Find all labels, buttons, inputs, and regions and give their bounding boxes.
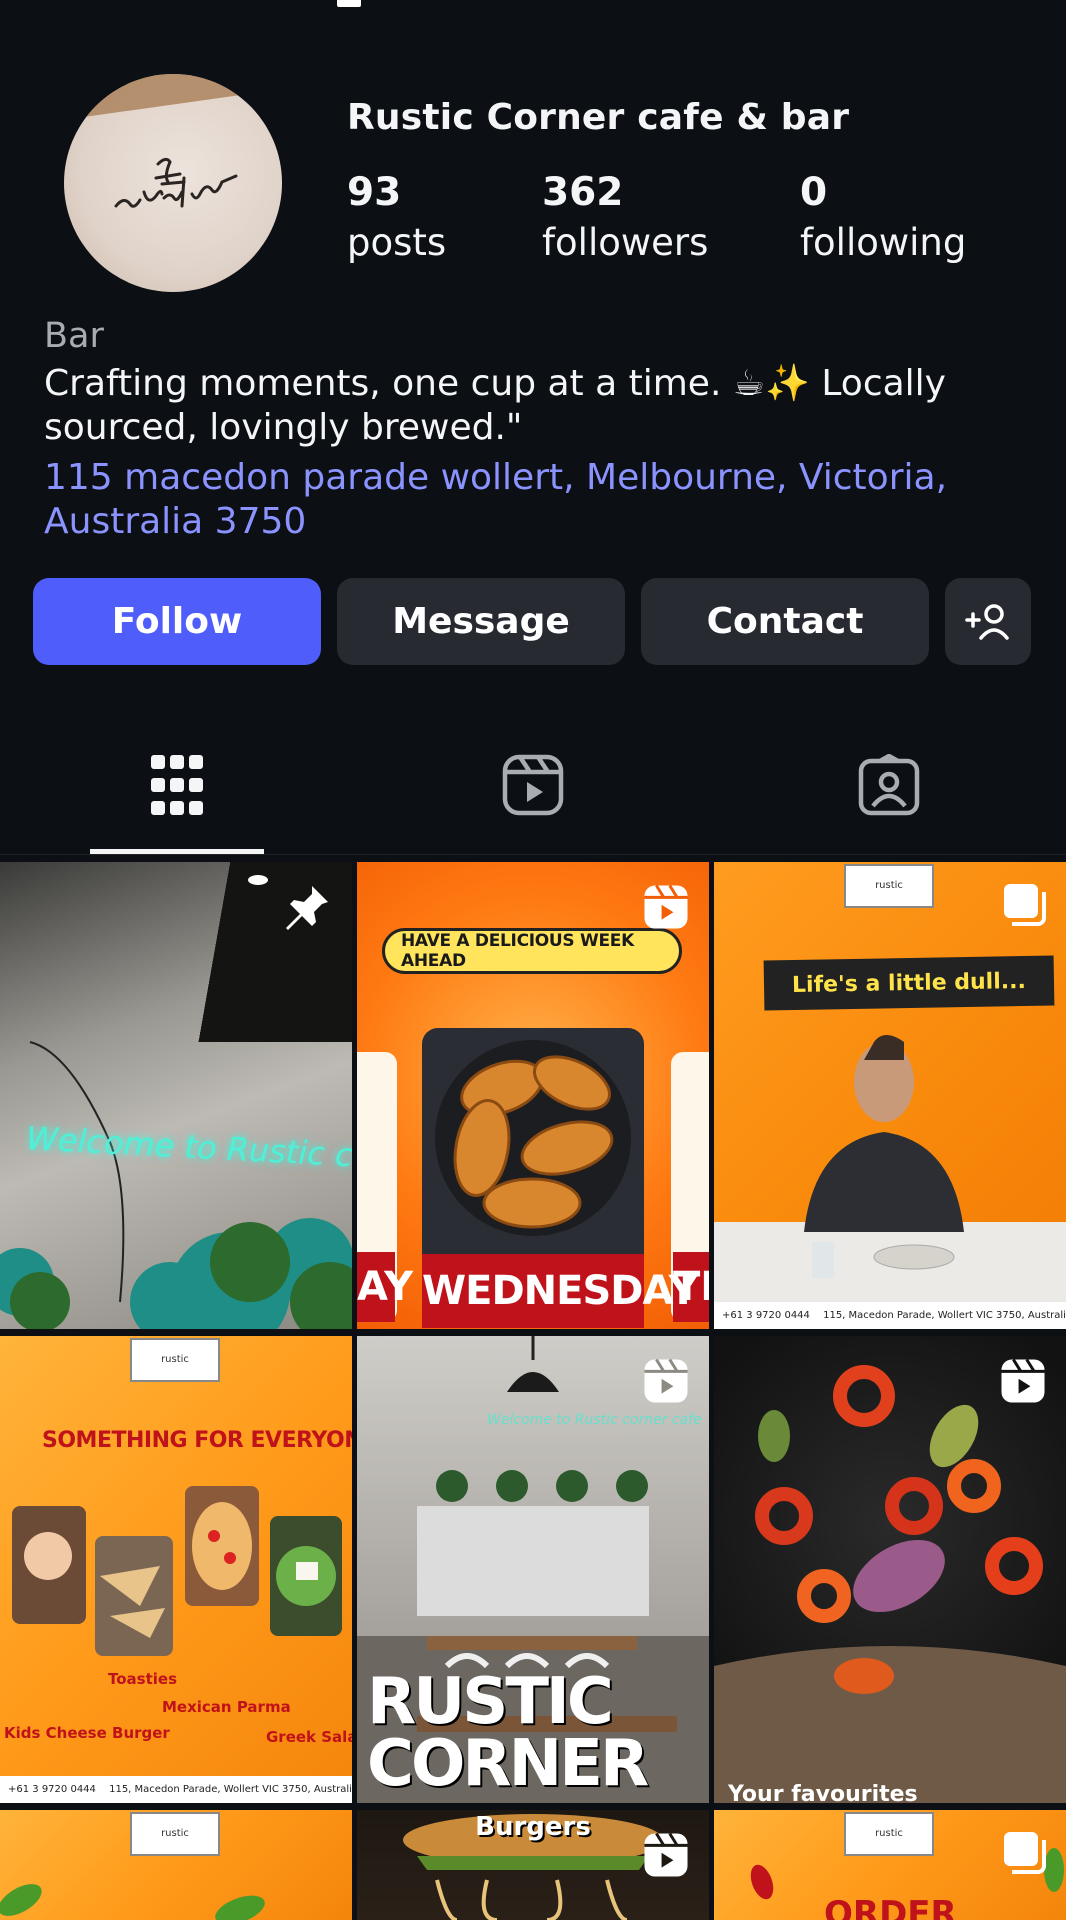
stat-posts-value: 93 [347,170,402,215]
post-footer: +61 3 9720 0444 115, Macedon Parade, Wol… [714,1302,1066,1329]
post-logo-card: rustic [844,864,934,908]
stat-followers-value: 362 [542,170,624,215]
tab-tagged[interactable] [849,745,929,825]
leaf-decoration [0,1884,265,1920]
post-caption: Your favourites [728,1782,918,1803]
post-tile[interactable]: Welcome to Rustic corner cafe RUSTIC COR… [357,1336,709,1803]
post-phone: +61 3 9720 0444 [8,1784,96,1795]
grid-icon [151,755,203,815]
post-headline: Life's a little dull... [791,968,1027,998]
post-headline-bar: Life's a little dull... [763,955,1055,1011]
avatar-logo-scribble [114,157,238,208]
post-food-card: WEDNESDAY [422,1028,698,1328]
post-tile[interactable]: HAVE A DELICIOUS WEEK AHEAD AY TH WEDNES… [357,862,709,1329]
post-tile[interactable]: rustic ORDER [714,1810,1066,1920]
post-tile[interactable]: Welcome to Rustic corner cafe [0,862,352,1329]
stat-followers[interactable]: 362 followers [542,168,708,268]
post-tile[interactable]: Burgers [357,1810,709,1920]
carousel-icon [1004,884,1046,926]
status-bar-indicator [337,0,361,7]
post-tile[interactable]: rustic [0,1810,352,1920]
reel-icon [644,884,688,929]
post-address: 115, Macedon Parade, Wollert VIC 3750, A… [823,1310,1066,1321]
reel-icon [1001,1358,1045,1403]
post-item-label: Toasties [108,1670,178,1688]
pin-icon [286,886,328,930]
follow-button[interactable]: Follow [33,578,321,665]
add-person-icon [965,603,1009,640]
post-title-line2: CORNER [367,1727,649,1801]
post-tile[interactable]: Your favourites [714,1336,1066,1803]
post-day-label: WEDNESDAY [422,1254,698,1328]
post-headline: HAVE A DELICIOUS WEEK AHEAD [401,931,634,971]
tab-grid[interactable] [137,745,217,825]
stat-posts-label: posts [347,221,447,264]
stat-following-value: 0 [800,170,828,215]
post-logo-card: rustic [130,1338,220,1382]
vegetables-image [714,1365,1066,1803]
tab-reels[interactable] [493,745,573,825]
post-item-label: Kids Cheese Burger [4,1724,170,1742]
post-caption: ORDER [824,1894,957,1920]
reel-icon [644,1358,688,1403]
profile-category: Bar [44,316,104,356]
post-side-left: AY [357,1252,413,1322]
post-neon-text: Welcome to Rustic corner cafe [487,1412,702,1428]
post-footer: +61 3 9720 0444 115, Macedon Parade, Wol… [0,1776,352,1803]
message-button[interactable]: Message [337,578,625,665]
post-title-line1: RUSTIC [367,1665,614,1739]
post-headline: SOMETHING FOR EVERYONE! [42,1428,352,1453]
post-tile[interactable]: rustic SOMETHING FOR EVERYONE! Toasties … [0,1336,352,1803]
post-item-label: Mexican Parma [162,1698,291,1716]
post-item-label: Greek Salad [266,1728,352,1746]
tagged-icon [858,754,920,816]
post-tile[interactable]: rustic Life's a little dull... +61 3 972… [714,862,1066,1329]
add-person-button[interactable] [945,578,1031,665]
croissants-image [435,1040,631,1236]
stat-following[interactable]: 0 following [800,168,966,268]
man-at-table-image [714,1035,1066,1312]
post-headline-pill: HAVE A DELICIOUS WEEK AHEAD [382,928,682,974]
profile-page: Rustic Corner cafe & bar 93 posts 362 fo… [0,0,1066,1920]
profile-bio: Crafting moments, one cup at a time. ☕✨ … [44,363,946,448]
tabs-divider [0,854,1066,855]
stat-posts[interactable]: 93 posts [347,168,446,268]
post-address: 115, Macedon Parade, Wollert VIC 3750, A… [109,1784,352,1795]
carousel-icon [1004,1832,1046,1874]
contact-button[interactable]: Contact [641,578,929,665]
menu-items-image [12,1486,342,1656]
reel-icon [644,1832,688,1877]
neon-sign [0,875,352,1329]
profile-name: Rustic Corner cafe & bar [347,97,850,138]
stat-followers-label: followers [542,221,709,264]
post-phone: +61 3 9720 0444 [722,1310,810,1321]
reels-icon [502,754,564,816]
stat-following-label: following [800,221,967,264]
profile-address-link[interactable]: 115 macedon parade wollert, Melbourne, V… [44,456,1004,544]
avatar[interactable] [64,74,282,292]
